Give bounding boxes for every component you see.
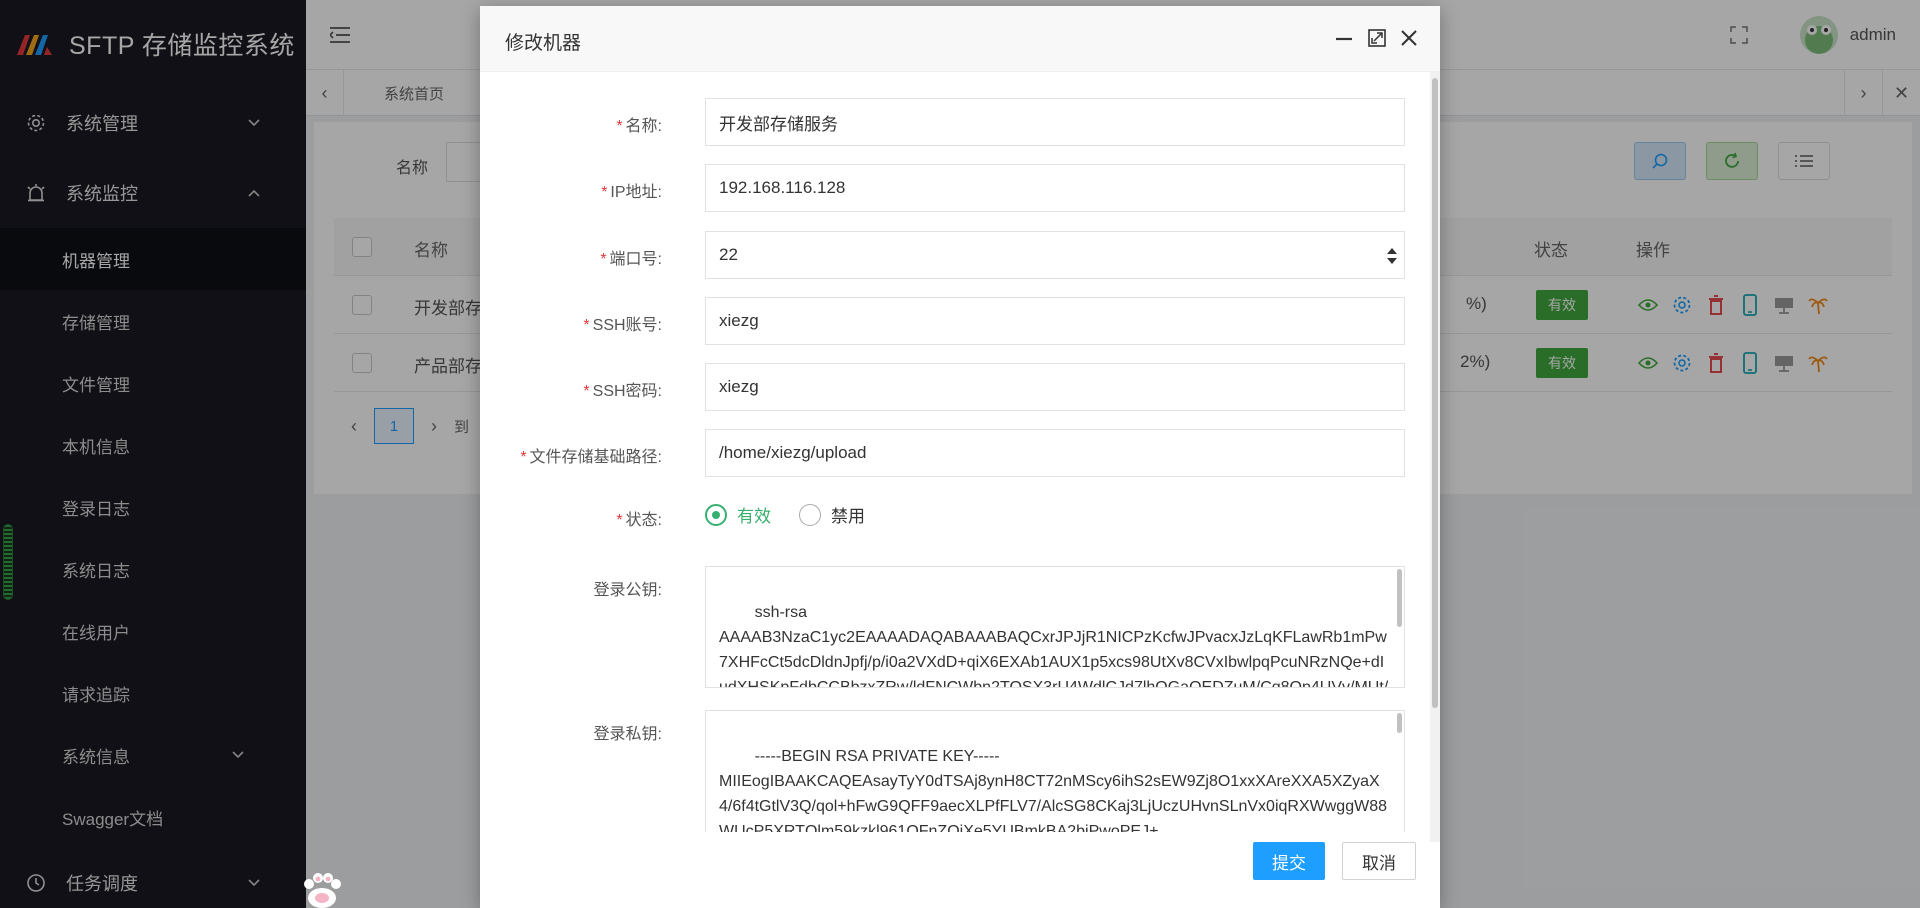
- public-key-label: 登录公钥:: [593, 582, 662, 599]
- textarea-scrollbar[interactable]: [1397, 569, 1402, 627]
- status-radio-group: 有效 禁用: [705, 502, 893, 527]
- stepper-icon[interactable]: [1386, 247, 1398, 265]
- radio-label[interactable]: 禁用: [831, 502, 865, 527]
- private-key-textarea[interactable]: -----BEGIN RSA PRIVATE KEY----- MIIEogIB…: [705, 710, 1405, 832]
- submit-button[interactable]: 提交: [1253, 842, 1325, 880]
- ssh-pass-input[interactable]: xiezg: [705, 363, 1405, 411]
- radio-label[interactable]: 有效: [737, 502, 771, 527]
- base-path-label: * 文件存储基础路径:: [520, 449, 662, 466]
- private-key-label: 登录私钥:: [593, 726, 662, 743]
- status-label: * 状态:: [616, 512, 662, 529]
- port-value: 22: [719, 245, 738, 264]
- status-radio-disabled[interactable]: [799, 503, 821, 526]
- ssh-user-input[interactable]: xiezg: [705, 297, 1405, 345]
- dialog-header: 修改机器: [480, 6, 1440, 72]
- edit-machine-dialog: 修改机器 * 名称: 开发部存储服务 * IP地址: 192.168.116.128…: [480, 6, 1440, 908]
- name-input[interactable]: 开发部存储服务: [705, 98, 1405, 146]
- name-label: * 名称:: [616, 118, 662, 135]
- maximize-icon[interactable]: [1365, 26, 1389, 50]
- public-key-text: ssh-rsa AAAAB3NzaC1yc2EAAAADAQABAAABAQCx…: [719, 604, 1389, 688]
- ip-label: * IP地址:: [601, 184, 662, 201]
- port-input[interactable]: 22: [705, 231, 1405, 279]
- public-key-textarea[interactable]: ssh-rsa AAAAB3NzaC1yc2EAAAADAQABAAABAQCx…: [705, 566, 1405, 688]
- dialog-title: 修改机器: [505, 33, 582, 54]
- private-key-text: -----BEGIN RSA PRIVATE KEY----- MIIEogIB…: [719, 748, 1387, 832]
- dialog-scrollbar-thumb[interactable]: [1432, 78, 1438, 708]
- cancel-button[interactable]: 取消: [1342, 842, 1416, 880]
- close-icon[interactable]: [1397, 26, 1421, 50]
- minimize-icon[interactable]: [1332, 26, 1356, 50]
- dialog-footer: 提交 取消: [480, 832, 1430, 908]
- base-path-input[interactable]: /home/xiezg/upload: [705, 429, 1405, 477]
- ssh-user-label: * SSH账号:: [583, 317, 662, 334]
- paw-icon[interactable]: [300, 872, 344, 908]
- port-label: * 端口号:: [600, 251, 662, 268]
- ip-input[interactable]: 192.168.116.128: [705, 164, 1405, 212]
- dialog-body: * 名称: 开发部存储服务 * IP地址: 192.168.116.128 * 端口号…: [480, 72, 1432, 832]
- ssh-pass-label: * SSH密码:: [583, 383, 662, 400]
- textarea-scrollbar[interactable]: [1397, 713, 1402, 733]
- status-radio-active[interactable]: [705, 503, 727, 526]
